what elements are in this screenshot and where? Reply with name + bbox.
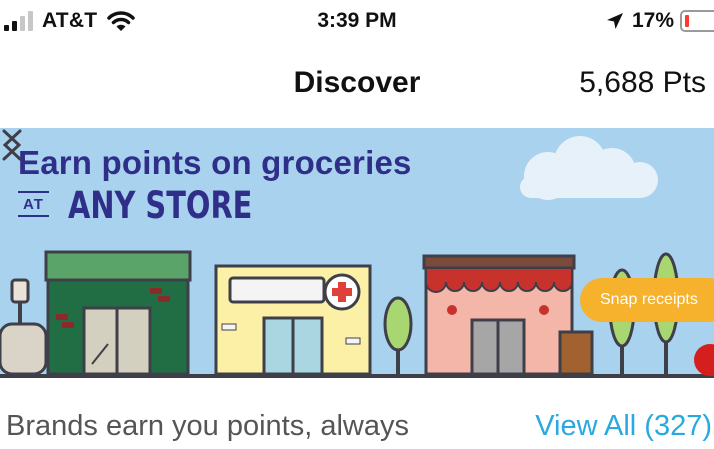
pharmacy-store-icon	[214, 264, 372, 376]
status-right: 17%	[606, 9, 714, 33]
apple-icon	[694, 344, 714, 376]
chevron-right-icon[interactable]	[0, 128, 24, 162]
promo-banner[interactable]: Earn points on groceries AT ANY STORE Sn…	[0, 128, 714, 378]
brands-section-header: Brands earn you points, always View All …	[0, 410, 714, 449]
nav-header: Discover 5,688 Pts	[0, 52, 714, 116]
pink-store-icon	[422, 254, 576, 376]
banner-headline: Earn points on groceries	[18, 144, 412, 181]
tree-icon	[383, 296, 413, 374]
snap-receipts-button[interactable]: Snap receipts	[580, 278, 714, 322]
status-bar: AT&T 3:39 PM 17%	[0, 0, 714, 44]
battery-icon	[680, 10, 714, 32]
section-title: Brands earn you points, always	[6, 410, 409, 442]
crate-icon	[558, 330, 594, 376]
banner-at-label: AT	[18, 191, 49, 217]
banner-store-label: ANY STORE	[68, 184, 253, 227]
street-lamp-icon	[0, 278, 48, 376]
green-store-icon	[44, 250, 192, 376]
location-arrow-icon	[606, 13, 623, 29]
cloud-icon	[520, 136, 658, 200]
battery-percent: 17%	[631, 9, 674, 32]
points-balance[interactable]: 5,688 Pts	[579, 66, 706, 100]
view-all-link[interactable]: View All (327)	[535, 410, 712, 443]
